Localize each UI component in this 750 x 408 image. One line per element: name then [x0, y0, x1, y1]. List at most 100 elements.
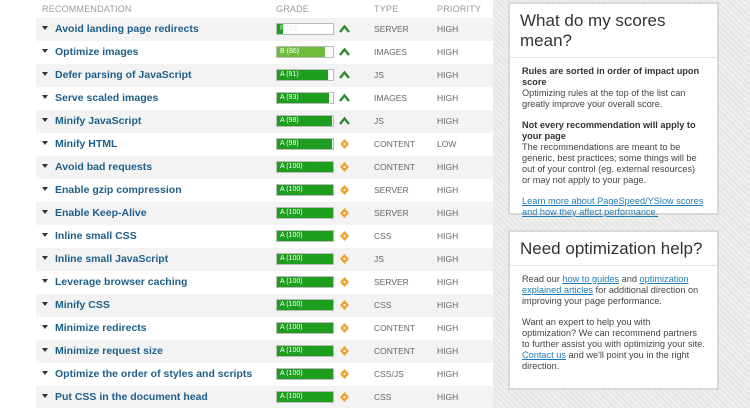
scores-p2-text: The recommendations are meant to be gene… [522, 142, 697, 185]
grade-bar: A (98) [276, 115, 334, 127]
table-row[interactable]: Put CSS in the document head A (100) CSS HI… [36, 386, 493, 408]
recommendation-name[interactable]: Enable gzip compression [55, 184, 182, 196]
learn-more-link[interactable]: Learn more about PageSpeed/YSlow scores … [522, 196, 703, 217]
caret-down-icon[interactable] [42, 164, 48, 168]
type-label: CONTENT [374, 323, 416, 333]
caret-down-icon[interactable] [42, 210, 48, 214]
grade-text: A (100) [280, 347, 303, 354]
table-row[interactable]: Minimize redirects A (100) CONTENT HIGH [36, 317, 493, 340]
table-row[interactable]: Enable gzip compression A (100) SERVER HIGH [36, 179, 493, 202]
header-recommendation: RECOMMENDATION [42, 4, 132, 14]
grade-bar: A (100) [276, 391, 334, 403]
diamond-icon [340, 392, 349, 402]
recommendation-name[interactable]: Minimize redirects [55, 322, 147, 334]
type-label: JS [374, 116, 384, 126]
priority-label: HIGH [437, 300, 459, 310]
caret-down-icon[interactable] [42, 26, 48, 30]
grade-text: A (100) [280, 163, 303, 170]
recommendation-name[interactable]: Avoid landing page redirects [55, 23, 199, 35]
caret-down-icon[interactable] [42, 371, 48, 375]
diamond-icon [340, 231, 349, 241]
caret-down-icon[interactable] [42, 256, 48, 260]
type-label: CSS/JS [374, 369, 404, 379]
chevron-up-icon [339, 116, 350, 125]
type-label: SERVER [374, 208, 409, 218]
recommendation-name[interactable]: Inline small JavaScript [55, 253, 168, 265]
help-p2-a: Want an expert to help you with optimiza… [522, 317, 705, 349]
priority-label: LOW [437, 139, 457, 149]
grade-text: A (100) [280, 393, 303, 400]
diamond-icon [340, 139, 349, 149]
table-row[interactable]: Minimize request size A (100) CONTENT HIGH [36, 340, 493, 363]
caret-down-icon[interactable] [42, 302, 48, 306]
caret-down-icon[interactable] [42, 325, 48, 329]
caret-down-icon[interactable] [42, 348, 48, 352]
caret-down-icon[interactable] [42, 394, 48, 398]
contact-us-link[interactable]: Contact us [522, 350, 566, 360]
priority-label: HIGH [437, 254, 459, 264]
table-row[interactable]: Inline small JavaScript A (100) JS HIGH [36, 248, 493, 271]
recommendation-name[interactable]: Minify CSS [55, 299, 110, 311]
recommendation-name[interactable]: Defer parsing of JavaScript [55, 69, 192, 81]
grade-text: A (100) [280, 301, 303, 308]
table-row[interactable]: Defer parsing of JavaScript A (91) JS HIGH [36, 64, 493, 87]
grade-text: F (10) [280, 25, 299, 32]
chevron-up-icon [339, 47, 350, 56]
diamond-icon [340, 323, 349, 333]
priority-label: HIGH [437, 392, 459, 402]
recommendation-name[interactable]: Minify JavaScript [55, 115, 141, 127]
table-row[interactable]: Serve scaled images A (93) IMAGES HIGH [36, 87, 493, 110]
recommendations-table: RECOMMENDATION GRADE TYPE PRIORITY Avoid… [0, 0, 493, 408]
caret-down-icon[interactable] [42, 49, 48, 53]
table-row[interactable]: Inline small CSS A (100) CSS HIGH [36, 225, 493, 248]
diamond-icon [340, 185, 349, 195]
caret-down-icon[interactable] [42, 141, 48, 145]
caret-down-icon[interactable] [42, 72, 48, 76]
grade-bar: B (86) [276, 46, 334, 58]
caret-down-icon[interactable] [42, 118, 48, 122]
scores-p1-heading: Rules are sorted in order of impact upon… [522, 66, 700, 87]
table-row[interactable]: Optimize images B (86) IMAGES HIGH [36, 41, 493, 64]
recommendation-name[interactable]: Put CSS in the document head [55, 391, 208, 403]
recommendation-name[interactable]: Avoid bad requests [55, 161, 152, 173]
type-label: CONTENT [374, 162, 416, 172]
grade-text: B (86) [280, 48, 300, 55]
table-row[interactable]: Avoid landing page redirects F (10) SERVER… [36, 18, 493, 41]
recommendation-name[interactable]: Minify HTML [55, 138, 117, 150]
type-label: JS [374, 70, 384, 80]
table-row[interactable]: Enable Keep-Alive A (100) SERVER HIGH [36, 202, 493, 225]
grade-bar: A (100) [276, 161, 334, 173]
priority-label: HIGH [437, 231, 459, 241]
caret-down-icon[interactable] [42, 187, 48, 191]
table-row[interactable]: Minify CSS A (100) CSS HIGH [36, 294, 493, 317]
table-row[interactable]: Leverage browser caching A (100) SERVER HIG… [36, 271, 493, 294]
help-panel-title: Need optimization help? [510, 232, 717, 266]
recommendation-name[interactable]: Enable Keep-Alive [55, 207, 147, 219]
table-row[interactable]: Minify JavaScript A (98) JS HIGH [36, 110, 493, 133]
recommendation-name[interactable]: Serve scaled images [55, 92, 158, 104]
diamond-icon [340, 277, 349, 287]
recommendation-name[interactable]: Optimize images [55, 46, 138, 58]
priority-label: HIGH [437, 93, 459, 103]
priority-label: HIGH [437, 185, 459, 195]
priority-label: HIGH [437, 162, 459, 172]
grade-bar: A (100) [276, 322, 334, 334]
grade-text: A (100) [280, 209, 303, 216]
table-row[interactable]: Optimize the order of styles and scripts… [36, 363, 493, 386]
grade-text: A (93) [280, 94, 299, 101]
table-row[interactable]: Avoid bad requests A (100) CONTENT HIGH [36, 156, 493, 179]
recommendation-name[interactable]: Inline small CSS [55, 230, 137, 242]
recommendation-name[interactable]: Leverage browser caching [55, 276, 187, 288]
recommendation-name[interactable]: Minimize request size [55, 345, 163, 357]
priority-label: HIGH [437, 369, 459, 379]
how-to-guides-link[interactable]: how to guides [562, 274, 619, 284]
header-priority: PRIORITY [437, 4, 482, 14]
priority-label: HIGH [437, 24, 459, 34]
priority-label: HIGH [437, 70, 459, 80]
caret-down-icon[interactable] [42, 279, 48, 283]
table-row[interactable]: Minify HTML A (98) CONTENT LOW [36, 133, 493, 156]
caret-down-icon[interactable] [42, 233, 48, 237]
grade-bar: A (91) [276, 69, 334, 81]
recommendation-name[interactable]: Optimize the order of styles and scripts [55, 368, 252, 380]
caret-down-icon[interactable] [42, 95, 48, 99]
